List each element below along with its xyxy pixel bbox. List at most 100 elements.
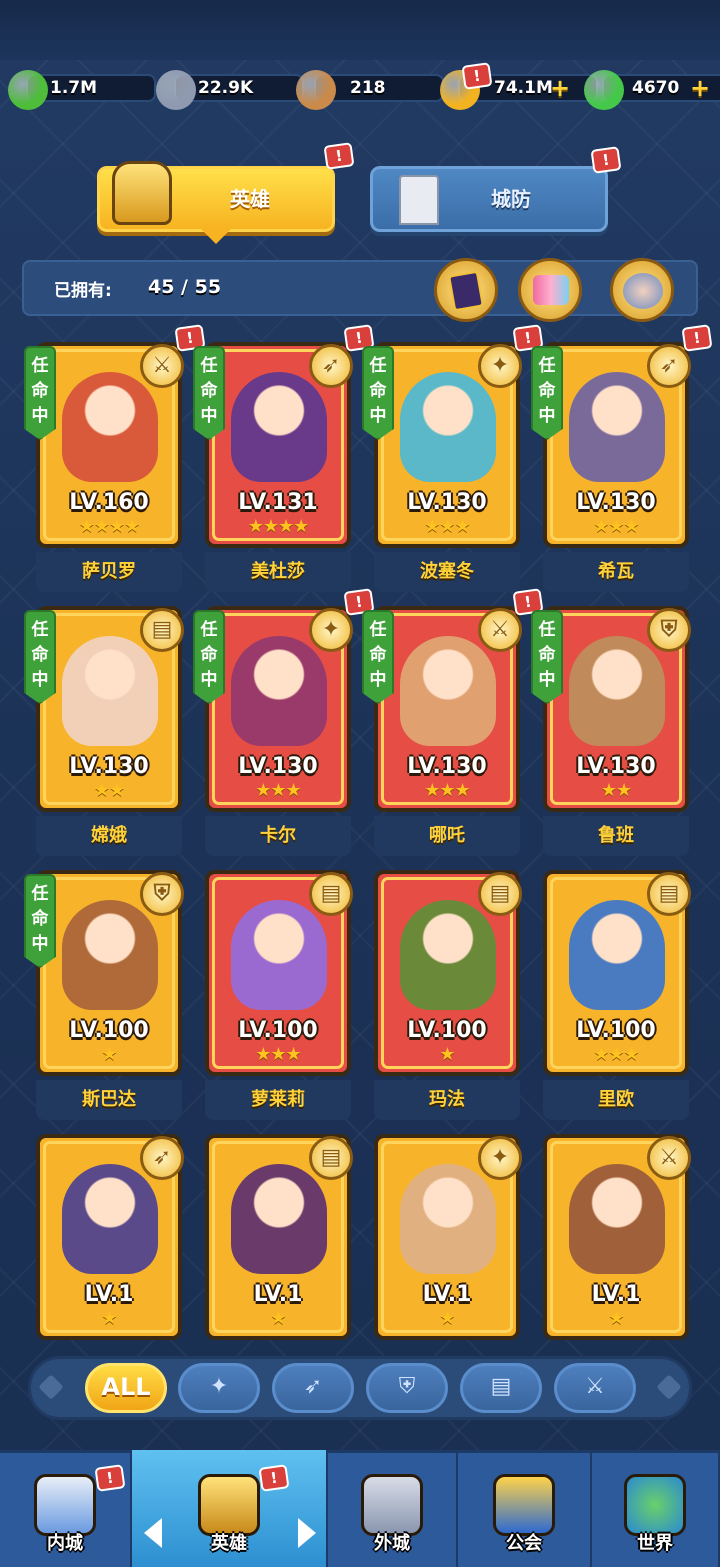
assigned-badge: 任命中 — [362, 610, 394, 704]
nav-label: 世界 — [637, 1533, 673, 1554]
hero-name: 斯巴达 — [36, 1080, 182, 1120]
hero-level: LV.1 — [422, 1282, 472, 1307]
hero-portrait — [569, 1164, 665, 1274]
heroes-tab-alert-icon: ! — [323, 142, 355, 170]
helmet-icon — [198, 1474, 260, 1536]
book-icon: ▤ — [140, 608, 184, 652]
hero-portrait — [400, 372, 496, 482]
gems-plus-button[interactable]: + — [690, 76, 710, 100]
next-arrow-icon[interactable] — [298, 1518, 316, 1548]
nav-guild[interactable]: 公会 — [458, 1450, 592, 1567]
staff-icon: ✦ — [478, 344, 522, 388]
shield-icon: ⛨ — [647, 608, 691, 652]
hero-name: 哪吒 — [374, 816, 520, 856]
hero-portrait — [231, 1164, 327, 1274]
castle-icon — [34, 1474, 96, 1536]
assigned-badge: 任命中 — [193, 610, 225, 704]
hero-group-icon — [623, 273, 663, 309]
filter-sword-button[interactable]: ⚔ — [554, 1363, 636, 1413]
staff-icon: ✦ — [309, 608, 353, 652]
hero-stars: ★ — [270, 1308, 286, 1329]
tab-pointer — [200, 228, 232, 244]
gold-plus-button[interactable]: + — [550, 76, 570, 100]
card-collection-button[interactable] — [434, 258, 498, 322]
helmet-icon — [112, 161, 172, 225]
hero-name: 嫦娥 — [36, 816, 182, 856]
hero-portrait — [569, 900, 665, 1010]
hero-stars: ★ — [608, 1308, 624, 1329]
book-icon: ▤ — [309, 872, 353, 916]
nav-heroes[interactable]: 英雄 — [132, 1450, 328, 1567]
hero-stars: ★ — [439, 1308, 455, 1329]
hero-stars: ★★★ — [593, 1044, 639, 1065]
nav-world[interactable]: 世界 — [592, 1450, 720, 1567]
hero-name: 萨贝罗 — [36, 552, 182, 592]
staff-icon: ✦ — [209, 1374, 229, 1399]
hero-name: 波塞冬 — [374, 552, 520, 592]
hero-portrait — [62, 636, 158, 746]
resource-exp[interactable]: 1.7M — [8, 70, 158, 110]
hero-portrait — [62, 900, 158, 1010]
hero-stars: ★★ — [93, 780, 125, 801]
resource-hammer[interactable]: 218 — [296, 70, 446, 110]
tab-defense-label: 城防 — [491, 187, 531, 211]
filter-shield-button[interactable]: ⛨ — [366, 1363, 448, 1413]
defense-tab-alert-icon: ! — [590, 146, 622, 174]
tab-heroes-label: 英雄 — [230, 187, 270, 211]
resource-value: 4670 — [632, 78, 680, 98]
owned-bar: 已拥有: 45 / 55 — [22, 260, 698, 316]
assigned-badge: 任命中 — [531, 610, 563, 704]
hero-stars: ★ — [439, 1044, 455, 1065]
book-icon: ▤ — [647, 872, 691, 916]
tab-heroes[interactable]: 英雄 — [97, 161, 335, 232]
filter-book-button[interactable]: ▤ — [460, 1363, 542, 1413]
resource-value: 1.7M — [50, 78, 98, 98]
sword-icon: ⚔ — [478, 608, 522, 652]
tab-defense[interactable]: 城防 — [370, 166, 608, 232]
hero-portrait — [62, 1164, 158, 1274]
hero-level: LV.131 — [238, 490, 318, 515]
hero-name: 玛法 — [374, 1080, 520, 1120]
skins-button[interactable] — [518, 258, 582, 322]
assigned-badge: 任命中 — [24, 610, 56, 704]
resource-stone[interactable]: 22.9K — [156, 70, 306, 110]
hero-name: 卡尔 — [205, 816, 351, 856]
hero-portrait — [569, 372, 665, 482]
shield-icon: ⛨ — [398, 1374, 416, 1399]
filter-all-button[interactable]: ALL — [85, 1363, 167, 1413]
hero-name: 美杜莎 — [205, 552, 351, 592]
hero-portrait — [231, 372, 327, 482]
hero-level: LV.1 — [253, 1282, 303, 1307]
bow-icon: ➶ — [647, 344, 691, 388]
cards-icon — [448, 270, 484, 312]
nav-outer-city[interactable]: 外城 — [328, 1450, 458, 1567]
filter-staff-button[interactable]: ✦ — [178, 1363, 260, 1413]
hero-name: 希瓦 — [543, 552, 689, 592]
assigned-badge: 任命中 — [193, 346, 225, 440]
hero-portrait — [400, 900, 496, 1010]
prev-arrow-icon[interactable] — [144, 1518, 162, 1548]
filter-bow-button[interactable]: ➶ — [272, 1363, 354, 1413]
bow-icon: ➶ — [303, 1374, 323, 1399]
globe-icon — [624, 1474, 686, 1536]
hero-portrait — [400, 636, 496, 746]
resource-value: 22.9K — [198, 78, 254, 98]
nav-label: 内城 — [47, 1533, 83, 1554]
status-strip — [0, 0, 720, 60]
owned-count: 45 / 55 — [148, 276, 222, 298]
hero-name: 里欧 — [543, 1080, 689, 1120]
hero-stars: ★ — [101, 1308, 117, 1329]
assigned-badge: 任命中 — [24, 874, 56, 968]
hero-level: LV.130 — [576, 490, 656, 515]
book-icon: ▤ — [478, 872, 522, 916]
hero-portrait — [569, 636, 665, 746]
hero-group-button[interactable] — [610, 258, 674, 322]
hero-stars: ★★★ — [593, 516, 639, 537]
book-icon: ▤ — [490, 1374, 512, 1399]
sword-icon: ⚔ — [585, 1374, 605, 1399]
hero-portrait — [62, 372, 158, 482]
hero-level: LV.100 — [238, 1018, 318, 1043]
hero-level: LV.160 — [69, 490, 149, 515]
nav-label: 公会 — [506, 1533, 542, 1554]
hero-stars: ★★★ — [255, 780, 301, 801]
